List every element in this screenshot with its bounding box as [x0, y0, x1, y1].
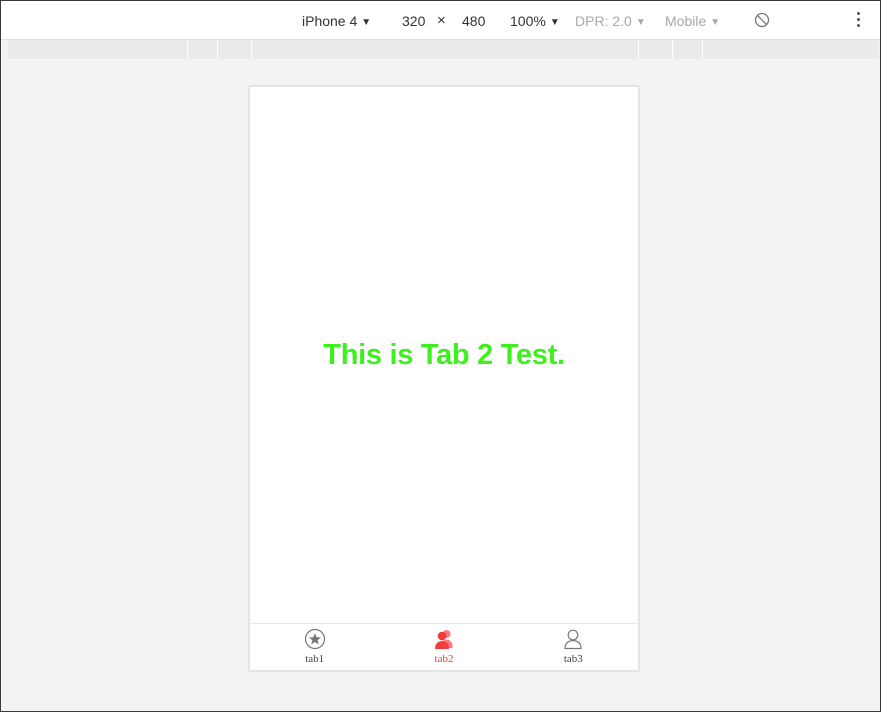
mode-caret-icon: ▼: [710, 17, 721, 28]
zoom-caret-icon: ▼: [549, 17, 560, 28]
tab-tab1[interactable]: tab1: [250, 624, 379, 670]
height-input[interactable]: 480: [462, 12, 485, 30]
ruler-segment[interactable]: [672, 40, 673, 59]
device-toolbar: iPhone 4 ▼ 320 × 480 100% ▼ DPR: 2.0 ▼ Mobi…: [1, 1, 880, 40]
user-outline-icon: [564, 629, 582, 650]
device-caret-icon: ▼: [361, 17, 372, 28]
ruler-segment[interactable]: [702, 40, 703, 59]
ruler-segment[interactable]: [638, 40, 639, 59]
tab-label: tab2: [434, 653, 454, 665]
zoom-select[interactable]: 100% ▼: [510, 12, 560, 32]
device-viewport: This is Tab 2 Test. tab1 tab2 tab3: [249, 86, 639, 671]
ruler-segment[interactable]: [187, 40, 188, 59]
tab-tab3[interactable]: tab3: [509, 624, 638, 670]
tab-label: tab1: [305, 653, 325, 665]
zoom-value: 100%: [510, 13, 546, 29]
mode-select[interactable]: Mobile ▼: [665, 12, 720, 32]
mode-value: Mobile: [665, 13, 707, 29]
times-icon: ×: [437, 12, 446, 29]
device-select[interactable]: iPhone 4 ▼: [302, 12, 371, 32]
ruler-segment[interactable]: [251, 40, 252, 59]
dpr-value: DPR: 2.0: [575, 13, 632, 29]
tab-tab2[interactable]: tab2: [379, 624, 508, 670]
device-name: iPhone 4: [302, 13, 358, 29]
dpr-caret-icon: ▼: [635, 17, 646, 28]
ruler-segment[interactable]: [217, 40, 218, 59]
tab-content-message: This is Tab 2 Test.: [323, 339, 565, 371]
star-circle-icon: [304, 628, 325, 650]
dpr-select[interactable]: DPR: 2.0 ▼: [575, 12, 646, 32]
devtools-device-frame: iPhone 4 ▼ 320 × 480 100% ▼ DPR: 2.0 ▼ Mobi…: [0, 0, 881, 712]
more-options-icon[interactable]: [856, 12, 860, 30]
tab-bar: tab1 tab2 tab3: [250, 623, 638, 670]
width-input[interactable]: 320: [402, 12, 425, 30]
users-icon: [434, 630, 453, 649]
tab-label: tab3: [563, 653, 583, 665]
rotate-icon[interactable]: [754, 12, 770, 28]
media-query-ruler[interactable]: [8, 40, 879, 59]
